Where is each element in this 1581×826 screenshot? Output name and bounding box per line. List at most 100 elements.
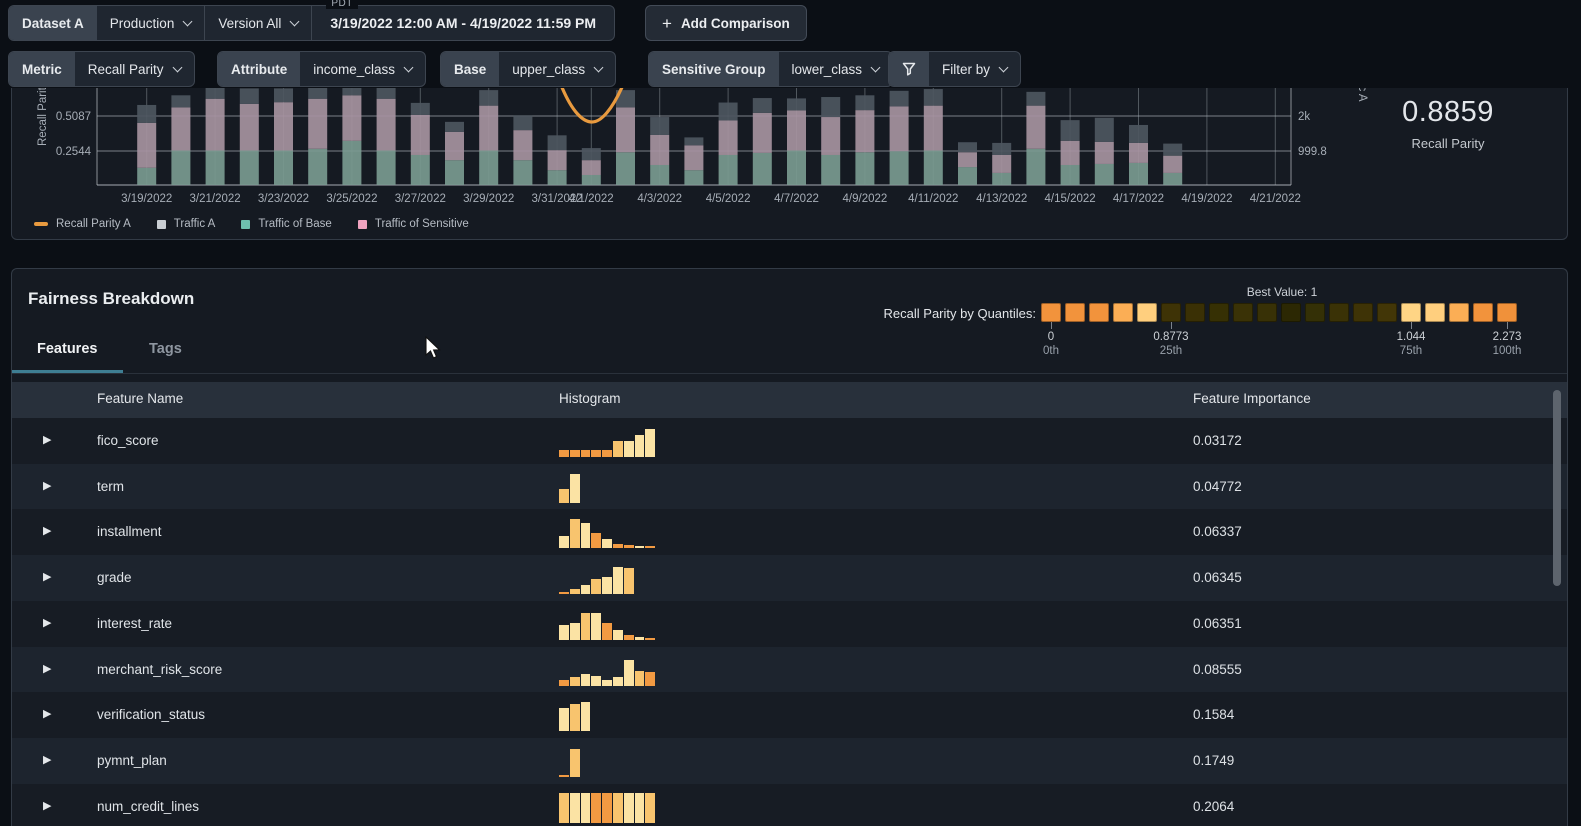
traffic-bar-segment[interactable]	[581, 160, 601, 175]
legend-item[interactable]: Traffic A	[156, 218, 215, 230]
environment-dropdown[interactable]: Production	[97, 6, 205, 40]
traffic-bar-segment[interactable]	[752, 112, 772, 153]
traffic-bar-segment[interactable]	[1094, 163, 1114, 185]
traffic-bar-segment[interactable]	[274, 88, 293, 103]
traffic-bar-segment[interactable]	[1094, 117, 1114, 142]
traffic-bar-segment[interactable]	[650, 164, 670, 185]
traffic-bar-segment[interactable]	[445, 121, 464, 132]
traffic-bar-segment[interactable]	[376, 150, 396, 186]
traffic-bar-segment[interactable]	[821, 117, 841, 155]
traffic-bar-segment[interactable]	[308, 98, 328, 149]
traffic-bar-segment[interactable]	[684, 170, 704, 185]
traffic-bar-segment[interactable]	[889, 90, 909, 107]
traffic-bar-segment[interactable]	[1129, 142, 1148, 163]
feature-row-pymnt_plan[interactable]: ▶ pymnt_plan 0.1749	[12, 737, 1567, 784]
traffic-bar-segment[interactable]	[1129, 162, 1148, 185]
legend-item[interactable]: Traffic of Sensitive	[357, 218, 469, 230]
traffic-bar-segment[interactable]	[171, 107, 191, 151]
traffic-bar-segment[interactable]	[718, 154, 738, 185]
row-expand-icon[interactable]: ▶	[43, 753, 57, 767]
quantile-square[interactable]	[1473, 303, 1493, 322]
feature-row-interest_rate[interactable]: ▶ interest_rate 0.06351	[12, 600, 1567, 647]
traffic-bar-segment[interactable]	[274, 150, 293, 186]
traffic-bar-segment[interactable]	[855, 110, 875, 153]
traffic-bar-segment[interactable]	[308, 88, 328, 99]
traffic-bar-segment[interactable]	[821, 97, 841, 118]
traffic-bar-segment[interactable]	[171, 150, 191, 186]
traffic-bar-segment[interactable]	[342, 140, 362, 185]
traffic-bar-segment[interactable]	[308, 148, 328, 185]
quantile-square[interactable]	[1161, 303, 1181, 322]
traffic-bar-segment[interactable]	[239, 150, 259, 186]
quantile-square[interactable]	[1257, 303, 1277, 322]
row-expand-icon[interactable]: ▶	[43, 570, 57, 584]
traffic-bar-segment[interactable]	[616, 152, 635, 185]
traffic-bar-segment[interactable]	[513, 130, 533, 161]
traffic-bar-segment[interactable]	[821, 154, 841, 185]
traffic-bar-segment[interactable]	[1060, 164, 1080, 185]
traffic-bar-segment[interactable]	[1094, 141, 1114, 164]
quantile-square[interactable]	[1425, 303, 1445, 322]
quantile-square[interactable]	[1377, 303, 1397, 322]
traffic-bar-segment[interactable]	[513, 115, 533, 131]
traffic-bar-segment[interactable]	[923, 150, 943, 186]
feature-row-merchant_risk_score[interactable]: ▶ merchant_risk_score 0.08555	[12, 646, 1567, 693]
row-expand-icon[interactable]: ▶	[43, 662, 57, 676]
traffic-bar-segment[interactable]	[479, 150, 499, 186]
quantile-square[interactable]	[1305, 303, 1325, 322]
filter-by-dropdown[interactable]: Filter by	[929, 52, 1020, 86]
traffic-bar-segment[interactable]	[1060, 120, 1080, 141]
quantile-square[interactable]	[1281, 303, 1301, 322]
traffic-bar-segment[interactable]	[581, 174, 601, 185]
traffic-bar-segment[interactable]	[1026, 105, 1046, 149]
traffic-bar-segment[interactable]	[376, 98, 396, 151]
row-expand-icon[interactable]: ▶	[43, 799, 57, 813]
traffic-bar-segment[interactable]	[855, 152, 875, 185]
traffic-bar-segment[interactable]	[992, 154, 1012, 173]
traffic-bar-segment[interactable]	[889, 151, 909, 185]
traffic-bar-segment[interactable]	[787, 110, 806, 151]
row-expand-icon[interactable]: ▶	[43, 479, 57, 493]
quantile-square[interactable]	[1089, 303, 1109, 322]
row-expand-icon[interactable]: ▶	[43, 616, 57, 630]
traffic-bar-segment[interactable]	[923, 105, 943, 151]
row-expand-icon[interactable]: ▶	[43, 433, 57, 447]
quantile-square[interactable]	[1353, 303, 1373, 322]
feature-row-verification_status[interactable]: ▶ verification_status 0.1584	[12, 692, 1567, 739]
quantile-square[interactable]	[1233, 303, 1253, 322]
traffic-bar-segment[interactable]	[1129, 124, 1148, 143]
traffic-bar-segment[interactable]	[958, 142, 977, 153]
feature-row-fico_score[interactable]: ▶ fico_score 0.03172	[12, 418, 1567, 464]
traffic-bar-segment[interactable]	[992, 172, 1012, 185]
feature-row-installment[interactable]: ▶ installment 0.06337	[12, 509, 1567, 556]
row-expand-icon[interactable]: ▶	[43, 524, 57, 538]
traffic-bar-segment[interactable]	[205, 98, 225, 151]
traffic-bar-segment[interactable]	[992, 142, 1012, 155]
traffic-bar-segment[interactable]	[718, 102, 738, 121]
traffic-bar-segment[interactable]	[479, 90, 499, 106]
quantile-square[interactable]	[1137, 303, 1157, 322]
traffic-bar-segment[interactable]	[855, 95, 875, 111]
traffic-bar-segment[interactable]	[376, 88, 396, 99]
traffic-bar-segment[interactable]	[958, 167, 977, 185]
traffic-bar-segment[interactable]	[787, 150, 806, 186]
sensitive-dropdown[interactable]: lower_class	[779, 52, 893, 86]
quantile-square[interactable]	[1497, 303, 1517, 322]
base-dropdown[interactable]: upper_class	[499, 52, 615, 86]
traffic-bar-segment[interactable]	[889, 106, 909, 152]
metric-dropdown[interactable]: Recall Parity	[75, 52, 194, 86]
traffic-bar-segment[interactable]	[1163, 172, 1183, 185]
add-comparison-button[interactable]: + Add Comparison	[645, 5, 807, 41]
traffic-bar-segment[interactable]	[752, 152, 772, 185]
traffic-bar-segment[interactable]	[684, 137, 704, 146]
traffic-bar-segment[interactable]	[752, 98, 772, 113]
quantile-square[interactable]	[1329, 303, 1349, 322]
traffic-bar-segment[interactable]	[445, 160, 464, 185]
traffic-bar-segment[interactable]	[1060, 140, 1080, 165]
traffic-bar-segment[interactable]	[239, 103, 259, 151]
quantile-square[interactable]	[1449, 303, 1469, 322]
quantile-square[interactable]	[1401, 303, 1421, 322]
traffic-bar-segment[interactable]	[787, 98, 806, 111]
traffic-bar-segment[interactable]	[1026, 148, 1046, 185]
version-dropdown[interactable]: Version All	[205, 6, 311, 40]
